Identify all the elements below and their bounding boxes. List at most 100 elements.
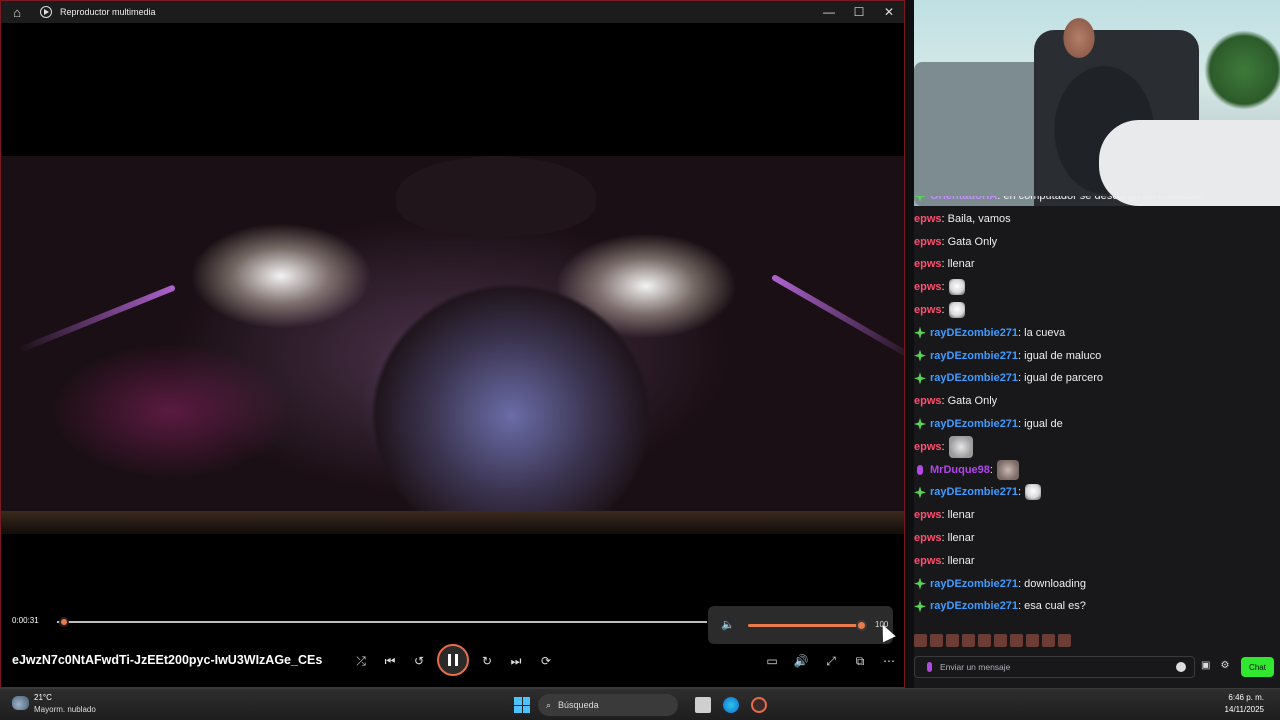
weather-temperature[interactable]: 21°C — [34, 693, 52, 702]
fullscreen-icon[interactable]: ⤢ — [821, 651, 841, 671]
chat-text: : — [941, 440, 945, 453]
start-button[interactable] — [514, 697, 530, 713]
chat-message: rayDEzombie271: igual de maluco — [914, 346, 1101, 366]
chat-input-placeholder: Enviar un mensaje — [940, 662, 1011, 672]
chat-message: epws: llenar — [914, 505, 975, 525]
repeat-icon[interactable]: ⟳ — [536, 651, 556, 671]
chat-username[interactable]: OrientadorIA — [930, 196, 997, 202]
chat-message: epws: llenar — [914, 528, 975, 548]
star-badge-icon — [914, 600, 926, 613]
chat-username[interactable]: epws — [914, 395, 942, 407]
chat-text: : Baila, vamos — [941, 212, 1011, 225]
media-player-taskbar-icon[interactable] — [751, 697, 767, 713]
chat-text: : llenar — [941, 532, 975, 544]
video-frame[interactable] — [1, 156, 904, 534]
store-icon[interactable]: ▣ — [1201, 660, 1210, 671]
media-player-window: ⌂ Reproductor multimedia — ☐ ✕ 0:00:31 🔈 — [0, 0, 905, 688]
goose-emote-icon — [1025, 484, 1042, 501]
chat-username[interactable]: rayDEzombie271 — [930, 600, 1018, 612]
volume-icon[interactable]: 🔈 — [721, 618, 735, 631]
previous-icon[interactable]: ⏮ — [380, 651, 400, 671]
chat-send-button[interactable]: Chat — [1241, 657, 1274, 677]
star-badge-icon — [914, 326, 926, 339]
chat-username[interactable]: epws — [914, 213, 942, 225]
miniplayer-icon[interactable]: ⧉ — [850, 651, 870, 671]
chat-message: rayDEzombie271: esa cual es? — [914, 596, 1086, 616]
next-icon[interactable]: ⏭ — [506, 651, 526, 671]
chat-message: rayDEzombie271: downloading — [914, 574, 1086, 594]
taskbar-search[interactable]: ⌕ Búsqueda — [538, 694, 678, 716]
emoji-icon[interactable] — [1176, 662, 1186, 672]
chat-message: epws: — [914, 300, 965, 320]
pause-button[interactable] — [437, 644, 469, 676]
clock-time[interactable]: 6:46 p. m. — [1228, 693, 1264, 702]
chat-text: : — [941, 304, 945, 316]
chat-username[interactable]: epws — [914, 509, 942, 521]
chat-username[interactable]: epws — [914, 555, 942, 567]
chat-username[interactable]: MrDuque98 — [930, 464, 990, 476]
chat-username[interactable]: rayDEzombie271 — [930, 578, 1018, 590]
weather-icon[interactable] — [12, 696, 29, 710]
task-view-icon[interactable] — [695, 697, 711, 713]
chat-username[interactable]: rayDEzombie271 — [930, 418, 1018, 430]
volume-button-icon[interactable]: 🔊 — [791, 651, 811, 671]
chat-username[interactable]: rayDEzombie271 — [930, 372, 1018, 384]
search-icon: ⌕ — [546, 699, 552, 710]
clock-date[interactable]: 14/11/2025 — [1225, 705, 1264, 714]
forward-30-icon[interactable]: ↻ — [477, 651, 497, 671]
chat-username[interactable]: epws — [914, 281, 942, 293]
chat-message: epws: llenar — [914, 254, 975, 274]
maximize-button[interactable]: ☐ — [844, 1, 874, 23]
volume-slider[interactable] — [748, 624, 863, 627]
rewind-10-icon[interactable]: ↺ — [409, 651, 429, 671]
more-options-icon[interactable]: ⋯ — [879, 651, 899, 671]
weather-description[interactable]: Mayorm. nublado — [34, 705, 96, 714]
chat-username[interactable]: epws — [914, 532, 942, 544]
scrollbar[interactable] — [905, 0, 914, 688]
chat-username[interactable]: epws — [914, 304, 942, 316]
chat-input[interactable]: Enviar un mensaje — [914, 656, 1195, 678]
chat-message: rayDEzombie271: igual de — [914, 414, 1063, 434]
stage-light-beam — [770, 273, 904, 365]
chat-text: : Gata Only — [941, 395, 998, 408]
playback-controls: eJwzN7c0NtAFwdTi-JzEEt200pyc-IwU3WIzAGe_… — [1, 641, 904, 681]
close-button[interactable]: ✕ — [874, 1, 904, 23]
media-player-app-icon — [40, 6, 52, 18]
window-controls: — ☐ ✕ — [814, 1, 904, 23]
goose-emote-icon — [948, 279, 965, 296]
settings-icon[interactable]: ⚙ — [1220, 660, 1229, 671]
current-time: 0:00:31 — [12, 616, 39, 625]
seek-thumb[interactable] — [58, 617, 69, 627]
chat-message: epws: Gata Only — [914, 232, 997, 252]
chat-text: : llenar — [941, 258, 975, 271]
chat-tools: ▣ ⚙ — [1201, 660, 1229, 671]
chat-username[interactable]: epws — [914, 236, 942, 248]
volume-thumb[interactable] — [856, 620, 867, 631]
chat-text: : igual de parcero — [1018, 372, 1104, 385]
edge-icon[interactable] — [723, 697, 739, 713]
chat-text: : llenar — [941, 509, 975, 522]
seek-bar[interactable] — [57, 621, 707, 623]
desktop: ⌂ Reproductor multimedia — ☐ ✕ 0:00:31 🔈 — [0, 0, 1280, 720]
subtitles-icon[interactable]: ▭ — [762, 651, 782, 671]
star-badge-icon — [914, 372, 926, 385]
chat-text: : — [1018, 486, 1022, 499]
chat-username[interactable]: epws — [914, 258, 942, 270]
volume-popup: 🔈 100 — [708, 606, 893, 644]
chat-username[interactable]: epws — [914, 441, 942, 453]
emote-bar[interactable] — [914, 634, 1094, 650]
chat-message: epws: — [914, 435, 973, 458]
chat-messages: OrientadorIA: en computador se descarga … — [914, 196, 1280, 652]
goose-emote-icon — [948, 302, 965, 318]
chat-username[interactable]: rayDEzombie271 — [930, 486, 1018, 498]
star-badge-icon — [914, 196, 926, 202]
chat-username[interactable]: rayDEzombie271 — [930, 327, 1018, 339]
chat-text: : en computador se descarga un emulador — [997, 196, 1204, 202]
chat-message: rayDEzombie271: — [914, 482, 1042, 502]
chat-message: epws: Baila, vamos — [914, 209, 1011, 229]
home-icon[interactable]: ⌂ — [6, 1, 28, 23]
minimize-button[interactable]: — — [814, 1, 844, 23]
stage-floor — [1, 511, 904, 534]
chat-username[interactable]: rayDEzombie271 — [930, 350, 1018, 362]
shuffle-icon[interactable]: ⤮ — [351, 651, 371, 671]
